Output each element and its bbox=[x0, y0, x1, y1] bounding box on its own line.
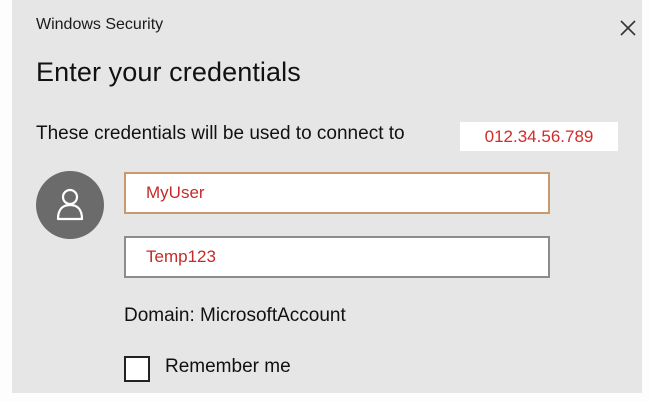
domain-text: Domain: MicrosoftAccount bbox=[124, 305, 346, 326]
username-field[interactable] bbox=[124, 172, 550, 214]
user-icon bbox=[56, 188, 84, 221]
close-icon bbox=[620, 20, 636, 36]
avatar bbox=[36, 171, 104, 239]
windows-security-dialog: Windows Security Enter your credentials … bbox=[0, 0, 650, 402]
window-title: Windows Security bbox=[36, 16, 164, 33]
close-button[interactable] bbox=[614, 14, 642, 42]
dialog-heading: Enter your credentials bbox=[36, 57, 301, 87]
remember-me-label: Remember me bbox=[165, 356, 291, 377]
left-window-frame bbox=[0, 0, 12, 402]
password-field[interactable] bbox=[124, 236, 550, 278]
server-address: 012.34.56.789 bbox=[460, 122, 618, 151]
remember-me-checkbox[interactable] bbox=[124, 356, 150, 382]
bottom-window-frame bbox=[0, 393, 650, 402]
right-window-frame bbox=[642, 0, 650, 402]
connection-description: These credentials will be used to connec… bbox=[36, 123, 405, 144]
